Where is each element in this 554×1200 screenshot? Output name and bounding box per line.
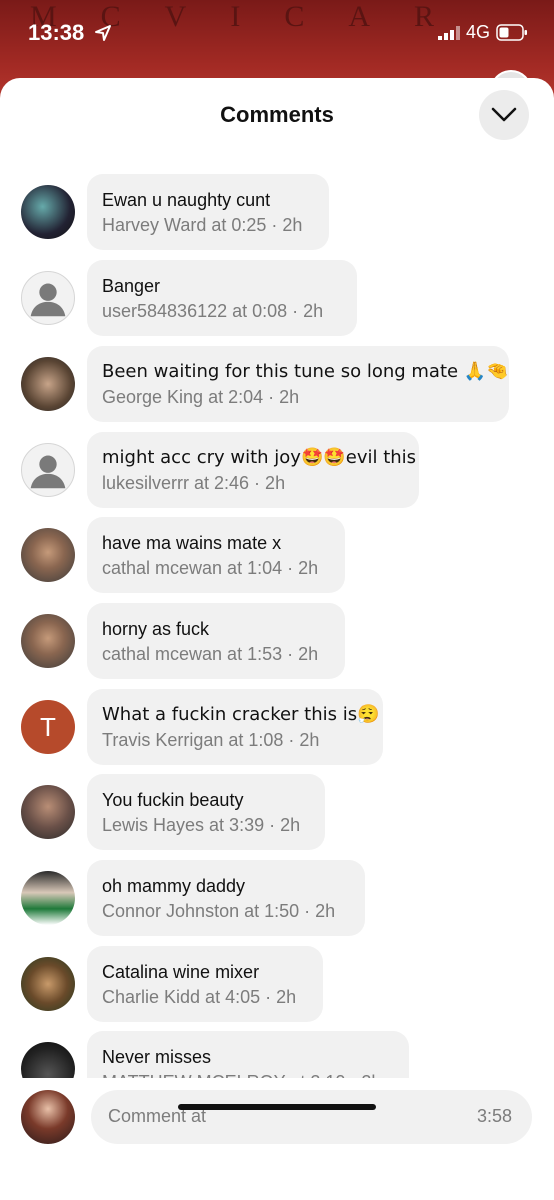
comment-text: You fuckin beauty: [102, 790, 244, 810]
comment-item[interactable]: You fuckin beauty Lewis Hayes at 3:39 · …: [0, 774, 554, 850]
comment-meta: lukesilverrr at 2:46 · 2h: [102, 473, 286, 493]
comment-item[interactable]: T What a fuckin cracker this is😮‍💨 Travi…: [0, 689, 554, 765]
comment-meta: Harvey Ward at 0:25 · 2h: [102, 215, 303, 235]
comment-meta: George King at 2:04 · 2h: [102, 387, 300, 407]
comment-item[interactable]: have ma wains mate x cathal mcewan at 1:…: [0, 517, 554, 593]
comments-sheet: Comments Ewan u naughty cunt Harvey Ward…: [0, 78, 554, 1200]
comment-bubble[interactable]: have ma wains mate x cathal mcewan at 1:…: [87, 517, 345, 593]
network-label: 4G: [466, 22, 491, 42]
comment-text: might acc cry with joy🤩🤩evil this: [102, 447, 417, 468]
comment-item[interactable]: horny as fuck cathal mcewan at 1:53 · 2h: [0, 603, 554, 679]
battery-icon: [496, 24, 527, 41]
avatar[interactable]: [21, 185, 75, 239]
avatar[interactable]: [21, 357, 75, 411]
signal-icon: [438, 26, 460, 40]
avatar[interactable]: T: [21, 700, 75, 754]
comment-item[interactable]: Catalina wine mixer Charlie Kidd at 4:05…: [0, 946, 554, 1022]
comment-meta: Charlie Kidd at 4:05 · 2h: [102, 987, 297, 1007]
status-time: 13:38: [28, 20, 85, 45]
default-avatar-icon: [30, 455, 66, 489]
comment-text: have ma wains mate x: [102, 533, 282, 553]
comment-meta: cathal mcewan at 1:04 · 2h: [102, 558, 319, 578]
comment-item[interactable]: Been waiting for this tune so long mate …: [0, 346, 554, 422]
comment-meta: Travis Kerrigan at 1:08 · 2h: [102, 730, 320, 750]
default-avatar-icon: [30, 283, 66, 317]
avatar[interactable]: [21, 528, 75, 582]
comment-bubble[interactable]: Banger user584836122 at 0:08 · 2h: [87, 260, 357, 336]
close-button[interactable]: [479, 90, 529, 140]
avatar[interactable]: [21, 785, 75, 839]
comment-item[interactable]: Banger user584836122 at 0:08 · 2h: [0, 260, 554, 336]
comment-composer: Comment at 3:58: [0, 1078, 554, 1200]
sheet-header: Comments: [0, 78, 554, 154]
home-indicator[interactable]: [178, 1104, 376, 1110]
comment-input[interactable]: Comment at 3:58: [91, 1090, 532, 1144]
comment-bubble[interactable]: oh mammy daddy Connor Johnston at 1:50 ·…: [87, 860, 365, 936]
avatar[interactable]: [21, 271, 75, 325]
my-avatar: [21, 1090, 75, 1144]
comments-list[interactable]: Ewan u naughty cunt Harvey Ward at 0:25 …: [0, 172, 554, 1078]
comment-bubble[interactable]: Ewan u naughty cunt Harvey Ward at 0:25 …: [87, 174, 329, 250]
avatar[interactable]: [21, 871, 75, 925]
comment-text: oh mammy daddy: [102, 876, 246, 896]
comment-item[interactable]: Ewan u naughty cunt Harvey Ward at 0:25 …: [0, 174, 554, 250]
comment-bubble[interactable]: might acc cry with joy🤩🤩evil this lukesi…: [87, 432, 419, 508]
comment-timestamp: 3:58: [476, 1106, 512, 1126]
comment-text: Ewan u naughty cunt: [102, 190, 271, 210]
comment-meta: Lewis Hayes at 3:39 · 2h: [102, 815, 301, 835]
comment-bubble[interactable]: Been waiting for this tune so long mate …: [87, 346, 509, 422]
comment-text: Never misses: [102, 1047, 212, 1067]
location-arrow-icon: [95, 25, 111, 41]
comment-bubble[interactable]: Catalina wine mixer Charlie Kidd at 4:05…: [87, 946, 323, 1022]
comment-bubble[interactable]: Never misses MATTHEW MCELROY at 2:10 · 2…: [87, 1031, 409, 1078]
comment-text: Catalina wine mixer: [102, 962, 260, 982]
comment-bubble[interactable]: What a fuckin cracker this is😮‍💨 Travis …: [87, 689, 383, 765]
comment-text: What a fuckin cracker this is😮‍💨: [102, 704, 380, 725]
comment-text: Been waiting for this tune so long mate …: [102, 361, 509, 382]
comment-text: horny as fuck: [102, 619, 210, 639]
comment-text: Banger: [102, 276, 161, 296]
sheet-title: Comments: [220, 102, 334, 127]
chevron-down-icon: [491, 107, 517, 122]
comment-item[interactable]: might acc cry with joy🤩🤩evil this lukesi…: [0, 432, 554, 508]
avatar[interactable]: [21, 614, 75, 668]
comment-bubble[interactable]: horny as fuck cathal mcewan at 1:53 · 2h: [87, 603, 345, 679]
comment-meta: cathal mcewan at 1:53 · 2h: [102, 644, 319, 664]
comment-meta: MATTHEW MCELROY at 2:10 · 2h: [102, 1069, 393, 1078]
comment-item[interactable]: oh mammy daddy Connor Johnston at 1:50 ·…: [0, 860, 554, 936]
avatar[interactable]: [21, 443, 75, 497]
avatar[interactable]: [21, 957, 75, 1011]
status-bar: 13:38 4G: [0, 0, 554, 70]
comment-bubble[interactable]: You fuckin beauty Lewis Hayes at 3:39 · …: [87, 774, 325, 850]
comment-item[interactable]: Never misses MATTHEW MCELROY at 2:10 · 2…: [0, 1031, 554, 1078]
comment-meta: Connor Johnston at 1:50 · 2h: [102, 901, 336, 921]
avatar[interactable]: [21, 1042, 75, 1078]
comment-meta: user584836122 at 0:08 · 2h: [102, 301, 324, 321]
